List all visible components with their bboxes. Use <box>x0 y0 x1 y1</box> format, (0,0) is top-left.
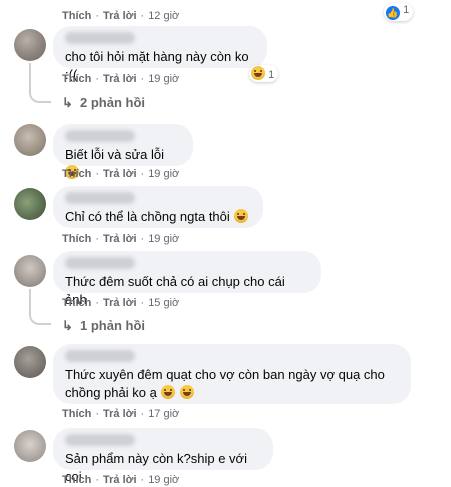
separator: · <box>140 408 145 420</box>
reply-link[interactable]: Trả lời <box>103 10 137 22</box>
separator: · <box>95 73 100 85</box>
separator: · <box>95 474 100 486</box>
like-link[interactable]: Thích <box>62 233 91 245</box>
comment-text-line1: Thức xuyên đêm quạt cho vợ còn ban ngày … <box>65 367 385 382</box>
separator: · <box>95 297 100 309</box>
reply-link[interactable]: Trả lời <box>103 73 137 85</box>
thread-curve <box>29 313 51 325</box>
avatar[interactable] <box>14 430 46 462</box>
comment-actions: Thích · Trả lời · 19 giờ <box>62 474 179 486</box>
comment-time[interactable]: 19 giờ <box>148 233 179 245</box>
comment-bubble: Thức đêm suốt chả có ai chụp cho cái ảnh <box>53 251 321 307</box>
commenter-name-blurred[interactable] <box>65 257 135 269</box>
separator: · <box>95 408 100 420</box>
separator: · <box>140 10 145 22</box>
comment-time[interactable]: 19 giờ <box>148 474 179 486</box>
commenter-name-blurred[interactable] <box>65 350 135 362</box>
separator: · <box>140 73 145 85</box>
like-link[interactable]: Thích <box>62 10 91 22</box>
laughing-emoji-icon <box>251 66 265 80</box>
comment-actions-top: Thích · Trả lời · 12 giờ <box>62 10 179 22</box>
commenter-name-blurred[interactable] <box>65 192 135 204</box>
reply-link[interactable]: Trả lời <box>103 168 137 180</box>
separator: · <box>140 168 145 180</box>
comment-actions: Thích · Trả lời · 17 giờ <box>62 408 179 420</box>
thread-line <box>29 289 31 313</box>
reply-link[interactable]: Trả lời <box>103 408 137 420</box>
commenter-name-blurred[interactable] <box>65 32 135 44</box>
separator: · <box>140 233 145 245</box>
reaction-count: 1 <box>403 4 410 16</box>
avatar[interactable] <box>14 124 46 156</box>
like-link[interactable]: Thích <box>62 297 91 309</box>
comment-bubble: Chỉ có thể là chồng ngta thôi <box>53 186 263 228</box>
thread-curve <box>29 91 51 103</box>
comment-bubble: cho tôi hỏi mặt hàng này còn ko :(( <box>53 26 267 82</box>
avatar[interactable] <box>14 346 46 378</box>
like-link[interactable]: Thích <box>62 408 91 420</box>
avatar[interactable] <box>14 255 46 287</box>
reaction-summary[interactable]: 1 <box>249 65 279 82</box>
reply-link[interactable]: Trả lời <box>103 297 137 309</box>
laughing-emoji-icon <box>161 385 176 399</box>
reaction-summary[interactable]: 👍 1 <box>384 3 414 21</box>
replies-label: 2 phản hồi <box>80 95 145 110</box>
replies-label: 1 phản hồi <box>80 318 145 333</box>
comment-actions: Thích · Trả lời · 15 giờ <box>62 297 179 309</box>
thread-line <box>29 63 31 91</box>
comment-text-line2: chồng phải ko ạ <box>65 385 157 400</box>
comment-time[interactable]: 19 giờ <box>148 73 179 85</box>
view-replies-link[interactable]: ↳ 2 phản hồi <box>62 95 145 111</box>
reaction-count: 1 <box>268 69 275 81</box>
like-link[interactable]: Thích <box>62 73 91 85</box>
like-link[interactable]: Thích <box>62 474 91 486</box>
comment-bubble: Sản phẩm này còn k?ship e với coi <box>53 428 273 484</box>
view-replies-link[interactable]: ↳ 1 phản hồi <box>62 318 145 334</box>
separator: · <box>95 10 100 22</box>
commenter-name-blurred[interactable] <box>65 130 135 142</box>
like-icon: 👍 <box>386 6 400 20</box>
commenter-name-blurred[interactable] <box>65 434 135 446</box>
comment-time[interactable]: 12 giờ <box>148 10 179 22</box>
avatar[interactable] <box>14 29 46 61</box>
comment-bubble: Biết lỗi và sửa lỗi <box>53 124 193 179</box>
reply-link[interactable]: Trả lời <box>103 233 137 245</box>
comment-time[interactable]: 17 giờ <box>148 408 179 420</box>
like-link[interactable]: Thích <box>62 168 91 180</box>
reply-arrow-icon: ↳ <box>62 318 73 333</box>
comment-time[interactable]: 19 giờ <box>148 168 179 180</box>
comment-text: Biết lỗi và sửa lỗi <box>65 147 165 162</box>
avatar[interactable] <box>14 188 46 220</box>
comment-actions: Thích · Trả lời · 19 giờ <box>62 233 179 245</box>
comment-actions: Thích · Trả lời · 19 giờ <box>62 168 179 180</box>
separator: · <box>140 297 145 309</box>
smiling-emoji-icon <box>234 209 249 223</box>
laughing-emoji-icon <box>179 385 194 399</box>
separator: · <box>95 168 100 180</box>
separator: · <box>140 474 145 486</box>
comment-bubble: Thức xuyên đêm quạt cho vợ còn ban ngày … <box>53 344 411 404</box>
reply-arrow-icon: ↳ <box>62 95 73 110</box>
comment-time[interactable]: 15 giờ <box>148 297 179 309</box>
comment-actions: Thích · Trả lời · 19 giờ <box>62 73 179 85</box>
reply-link[interactable]: Trả lời <box>103 474 137 486</box>
separator: · <box>95 233 100 245</box>
comment-text: Chỉ có thể là chồng ngta thôi <box>65 209 230 224</box>
